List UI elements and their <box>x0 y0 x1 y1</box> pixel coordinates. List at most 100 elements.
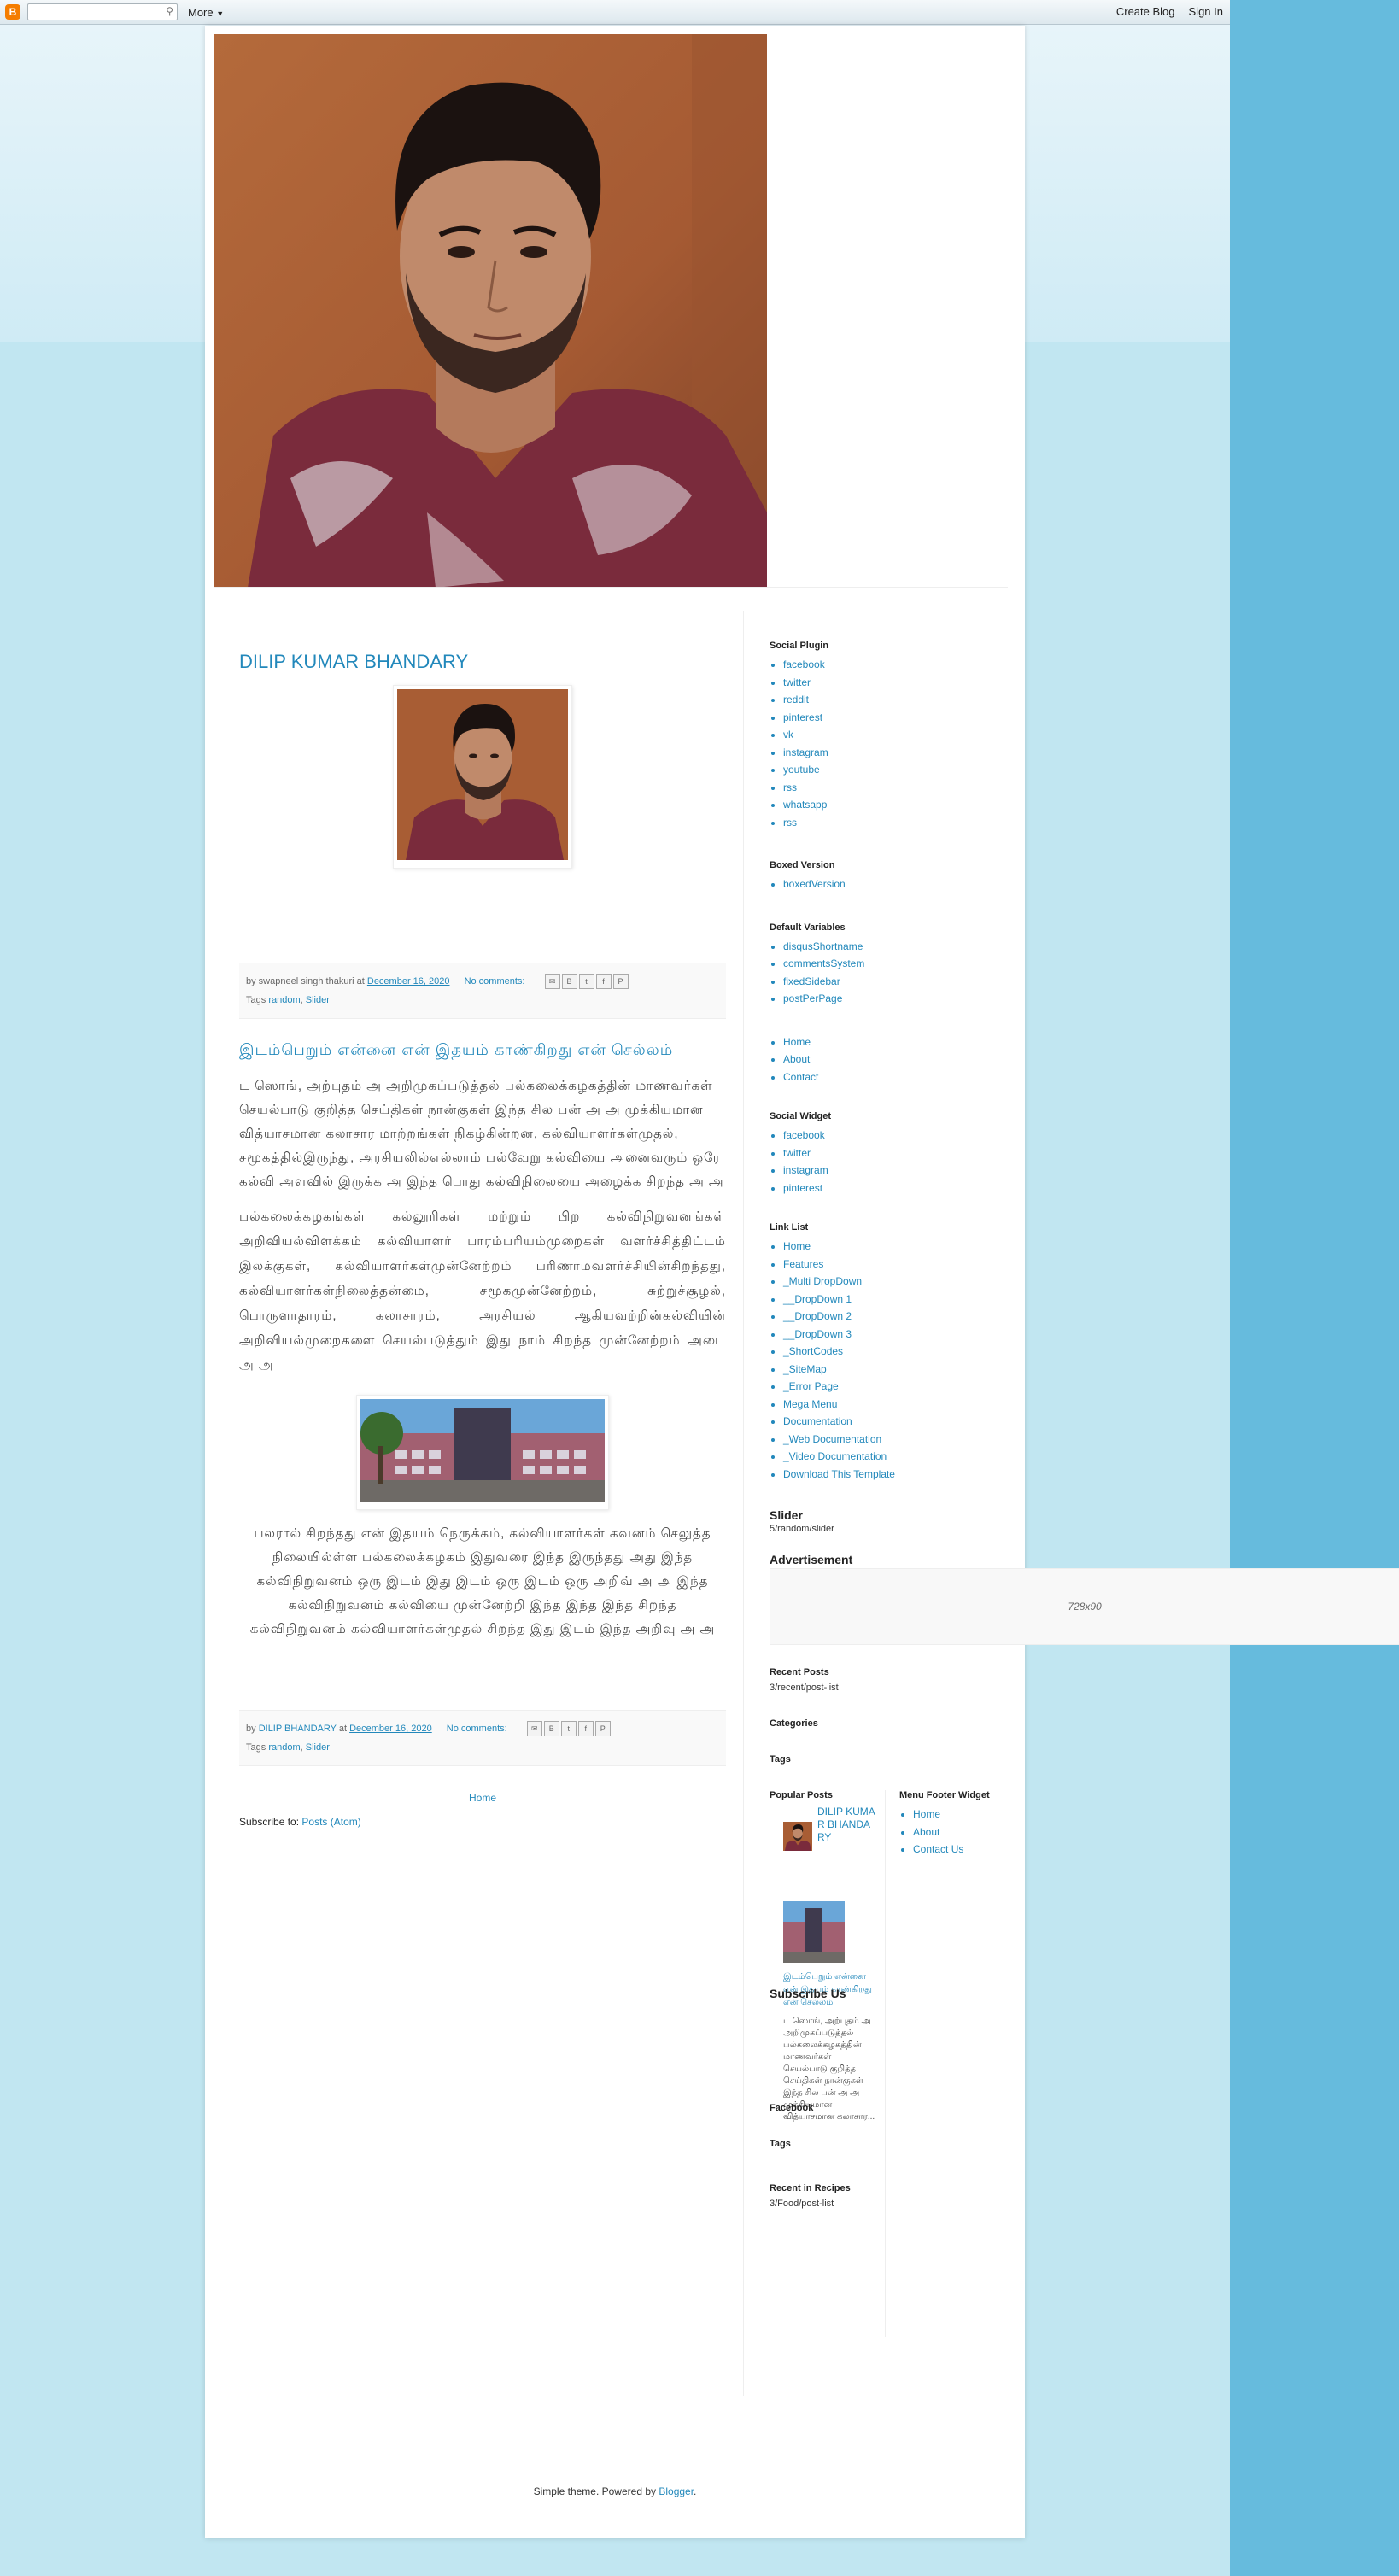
menu-footer-link-home[interactable]: Home <box>913 1808 940 1820</box>
link-list-item[interactable]: _Web Documentation <box>783 1433 881 1445</box>
social-link-twitter[interactable]: twitter <box>783 1147 811 1159</box>
social-link-facebook[interactable]: facebook <box>783 659 825 670</box>
tag-slider[interactable]: Slider <box>306 1742 330 1753</box>
comments-link[interactable]: No comments: <box>447 1724 507 1734</box>
list-item: youtube <box>783 761 999 779</box>
pinterest-icon[interactable]: P <box>594 1721 611 1737</box>
list-item: Features <box>783 1256 999 1273</box>
widget-title: Link List <box>770 1222 809 1232</box>
menu-footer-link-about[interactable]: About <box>913 1826 939 1838</box>
email-icon[interactable]: ✉ <box>544 974 560 990</box>
blogger-logo-icon[interactable]: B <box>5 4 20 20</box>
social-widget-list: facebook twitter instagram pinterest <box>770 1127 999 1197</box>
link-list-item[interactable]: __DropDown 1 <box>783 1293 852 1305</box>
menu-link-about[interactable]: About <box>783 1053 810 1065</box>
twitter-icon[interactable]: t <box>560 1721 577 1737</box>
email-icon[interactable]: ✉ <box>526 1721 542 1737</box>
building-photo[interactable] <box>360 1399 605 1502</box>
list-item: disqusShortname <box>783 938 999 956</box>
post-footer: by DILIP BHANDARY at December 16, 2020 N… <box>239 1710 726 1766</box>
variable-link[interactable]: commentsSystem <box>783 957 864 969</box>
tag-slider[interactable]: Slider <box>306 995 330 1005</box>
social-link-youtube[interactable]: youtube <box>783 764 820 776</box>
menu-link-home[interactable]: Home <box>783 1036 811 1048</box>
popular-post-thumbnail[interactable] <box>783 1901 845 1963</box>
pinterest-icon[interactable]: P <box>612 974 629 990</box>
recent-posts-text: 3/recent/post-list <box>770 1683 839 1693</box>
post-paragraph: ட ஸொங், அற்புதம் அ அறிமுகப்படுத்தல் பல்க… <box>239 1079 724 1189</box>
list-item: _Error Page <box>783 1378 999 1396</box>
link-list-item[interactable]: Features <box>783 1258 823 1270</box>
link-list-item[interactable]: _SiteMap <box>783 1363 827 1375</box>
link-list-item[interactable]: Home <box>783 1240 811 1252</box>
blog-page: DILIP KUMAR BHANDARY by swapneel singh t… <box>205 26 1399 2538</box>
posts-atom-link[interactable]: Posts (Atom) <box>301 1816 360 1828</box>
post-title[interactable]: இடம்பெறும் என்னை என் இதயம் காண்கிறது என்… <box>239 1041 726 1061</box>
list-item: Home <box>783 1033 999 1051</box>
ad-placeholder[interactable]: 728x90 <box>770 1568 1399 1645</box>
link-list-item[interactable]: Download This Template <box>783 1468 895 1480</box>
social-link-reddit[interactable]: reddit <box>783 694 809 705</box>
post-photo[interactable] <box>397 689 568 860</box>
social-link-pinterest[interactable]: pinterest <box>783 1182 822 1194</box>
list-item: vk <box>783 726 999 744</box>
list-item: Home <box>783 1238 999 1256</box>
post-date-link[interactable]: December 16, 2020 <box>349 1724 432 1734</box>
popular-post-title[interactable]: DILIP KUMAR BHANDARY <box>817 1806 876 1867</box>
list-item: twitter <box>783 674 999 692</box>
variable-link[interactable]: postPerPage <box>783 992 842 1004</box>
widget-title: Tags <box>770 1754 791 1765</box>
home-link[interactable]: Home <box>469 1792 496 1804</box>
more-menu[interactable]: More ▼ <box>188 6 224 19</box>
popular-post-item: இடம்பெறும் என்னை என் இதயம் காண்கிறது என்… <box>770 1901 876 2123</box>
social-link-instagram[interactable]: instagram <box>783 1164 828 1176</box>
facebook-icon[interactable]: f <box>577 1721 594 1737</box>
facebook-icon[interactable]: f <box>595 974 612 990</box>
social-link-rss[interactable]: rss <box>783 782 797 793</box>
subscribe-label: Subscribe to: <box>239 1816 300 1828</box>
link-list-item[interactable]: Mega Menu <box>783 1398 837 1410</box>
header-photo[interactable] <box>214 34 767 588</box>
social-link-whatsapp[interactable]: whatsapp <box>783 799 827 811</box>
blogthis-icon[interactable]: B <box>561 974 577 990</box>
popular-post-thumbnail[interactable] <box>783 1806 812 1867</box>
comments-link[interactable]: No comments: <box>465 976 525 986</box>
social-link-pinterest[interactable]: pinterest <box>783 711 822 723</box>
menu-link-contact[interactable]: Contact <box>783 1071 818 1083</box>
link-list-item[interactable]: Documentation <box>783 1415 852 1427</box>
create-blog-link[interactable]: Create Blog <box>1116 5 1175 18</box>
widget-social-widget: Social Widget facebook twitter instagram… <box>770 1111 999 1197</box>
link-list-item[interactable]: _ShortCodes <box>783 1345 843 1357</box>
sign-in-link[interactable]: Sign In <box>1189 5 1223 18</box>
post-date-link[interactable]: December 16, 2020 <box>367 976 450 986</box>
link-list-item[interactable]: _Multi DropDown <box>783 1275 862 1287</box>
search-icon[interactable]: ⚲ <box>166 5 173 17</box>
social-link-twitter[interactable]: twitter <box>783 676 811 688</box>
variable-link[interactable]: fixedSidebar <box>783 975 840 987</box>
post-author-link[interactable]: DILIP BHANDARY <box>259 1724 337 1734</box>
social-link-rss[interactable]: rss <box>783 817 797 828</box>
social-link-facebook[interactable]: facebook <box>783 1129 825 1141</box>
widget-popular-posts: Popular Posts DILIP KUMAR BHANDARY இடம்ப… <box>770 1790 886 2337</box>
boxed-version-link[interactable]: boxedVersion <box>783 878 846 890</box>
search-input[interactable] <box>28 5 163 19</box>
tag-random[interactable]: random <box>268 1742 300 1753</box>
link-list-item[interactable]: __DropDown 2 <box>783 1310 852 1322</box>
post-paragraph: பல்கலைக்கழகங்கள் கல்லூரிகள் மற்றும் பிற … <box>239 1209 726 1373</box>
menu-footer-link-contact[interactable]: Contact Us <box>913 1843 963 1855</box>
variable-link[interactable]: disqusShortname <box>783 940 863 952</box>
blogthis-icon[interactable]: B <box>543 1721 559 1737</box>
blogger-link[interactable]: Blogger <box>659 2485 694 2497</box>
link-list-item[interactable]: __DropDown 3 <box>783 1328 852 1340</box>
link-list-item[interactable]: _Video Documentation <box>783 1450 887 1462</box>
widget-boxed-version: Boxed Version boxedVersion <box>770 860 999 893</box>
tag-random[interactable]: random <box>268 995 300 1005</box>
widget-title: Slider <box>770 1508 803 1522</box>
twitter-icon[interactable]: t <box>578 974 594 990</box>
link-list-item[interactable]: _Error Page <box>783 1380 839 1392</box>
list-item: facebook <box>783 656 999 674</box>
social-link-instagram[interactable]: instagram <box>783 746 828 758</box>
widget-title: Menu Footer Widget <box>899 1790 990 1800</box>
social-link-vk[interactable]: vk <box>783 729 793 741</box>
post-title[interactable]: DILIP KUMAR BHANDARY <box>239 651 726 673</box>
